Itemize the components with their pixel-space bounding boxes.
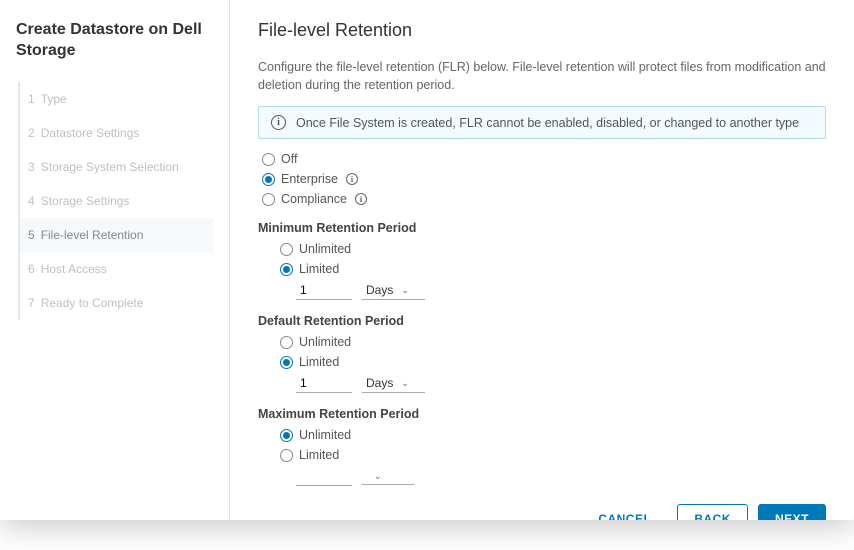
radio-default-unlimited-label: Unlimited <box>299 335 351 349</box>
step-storage-settings[interactable]: 4Storage Settings <box>18 184 213 218</box>
wizard-title: Create Datastore on Dell Storage <box>16 20 213 62</box>
step-host-access[interactable]: 6Host Access <box>18 252 213 286</box>
page-description: Configure the file-level retention (FLR)… <box>258 59 826 94</box>
page-title: File-level Retention <box>258 20 826 41</box>
wizard-sidebar: Create Datastore on Dell Storage 1Type 2… <box>0 0 230 520</box>
radio-default-unlimited[interactable] <box>280 336 293 349</box>
wizard-content: File-level Retention Configure the file-… <box>230 0 854 520</box>
radio-min-unlimited[interactable] <box>280 243 293 256</box>
default-period-unit-select[interactable]: Days⌄ <box>362 374 425 393</box>
max-period-input-row: ⌄ <box>296 467 826 486</box>
wizard-steps: 1Type 2Datastore Settings 3Storage Syste… <box>16 82 213 320</box>
max-period-value[interactable] <box>296 467 352 486</box>
radio-min-limited-label: Limited <box>299 262 339 276</box>
default-unlimited-row[interactable]: Unlimited <box>280 335 826 349</box>
radio-default-limited-label: Limited <box>299 355 339 369</box>
max-limited-row[interactable]: Limited <box>280 448 826 462</box>
radio-default-limited[interactable] <box>280 356 293 369</box>
radio-max-limited[interactable] <box>280 449 293 462</box>
default-limited-row[interactable]: Limited <box>280 355 826 369</box>
wizard-footer: Cancel Back Next <box>258 488 826 520</box>
info-banner: i Once File System is created, FLR canno… <box>258 106 826 139</box>
info-icon[interactable]: i <box>355 193 367 205</box>
info-icon[interactable]: i <box>346 173 358 185</box>
chevron-down-icon: ⌄ <box>401 378 409 389</box>
radio-compliance[interactable] <box>262 193 275 206</box>
info-icon: i <box>271 115 286 130</box>
min-retention-label: Minimum Retention Period <box>258 221 826 235</box>
max-period-unit-select[interactable]: ⌄ <box>362 469 414 485</box>
info-banner-text: Once File System is created, FLR cannot … <box>296 116 799 130</box>
radio-off-label: Off <box>281 152 297 166</box>
step-ready-to-complete[interactable]: 7Ready to Complete <box>18 286 213 320</box>
chevron-down-icon: ⌄ <box>401 285 409 296</box>
next-button[interactable]: Next <box>758 504 826 520</box>
radio-compliance-label: Compliance <box>281 192 347 206</box>
cancel-button[interactable]: Cancel <box>582 504 667 520</box>
flr-off-row[interactable]: Off <box>262 152 826 166</box>
step-file-level-retention[interactable]: 5File-level Retention <box>18 218 213 252</box>
max-retention-label: Maximum Retention Period <box>258 407 826 421</box>
min-period-unit-select[interactable]: Days⌄ <box>362 281 425 300</box>
default-period-input-row: Days⌄ <box>296 374 826 393</box>
radio-off[interactable] <box>262 153 275 166</box>
step-storage-system-selection[interactable]: 3Storage System Selection <box>18 150 213 184</box>
radio-enterprise-label: Enterprise <box>281 172 338 186</box>
flr-compliance-row[interactable]: Compliance i <box>262 192 826 206</box>
flr-enterprise-row[interactable]: Enterprise i <box>262 172 826 186</box>
default-retention-label: Default Retention Period <box>258 314 826 328</box>
radio-min-unlimited-label: Unlimited <box>299 242 351 256</box>
radio-max-unlimited-label: Unlimited <box>299 428 351 442</box>
radio-max-unlimited[interactable] <box>280 429 293 442</box>
max-unlimited-row[interactable]: Unlimited <box>280 428 826 442</box>
min-limited-row[interactable]: Limited <box>280 262 826 276</box>
min-period-input-row: Days⌄ <box>296 281 826 300</box>
chevron-down-icon: ⌄ <box>374 471 382 482</box>
default-period-value[interactable] <box>296 374 352 393</box>
min-period-value[interactable] <box>296 281 352 300</box>
radio-enterprise[interactable] <box>262 173 275 186</box>
step-type[interactable]: 1Type <box>18 82 213 116</box>
back-button[interactable]: Back <box>677 504 748 520</box>
step-datastore-settings[interactable]: 2Datastore Settings <box>18 116 213 150</box>
wizard-dialog: Create Datastore on Dell Storage 1Type 2… <box>0 0 854 520</box>
radio-min-limited[interactable] <box>280 263 293 276</box>
radio-max-limited-label: Limited <box>299 448 339 462</box>
min-unlimited-row[interactable]: Unlimited <box>280 242 826 256</box>
